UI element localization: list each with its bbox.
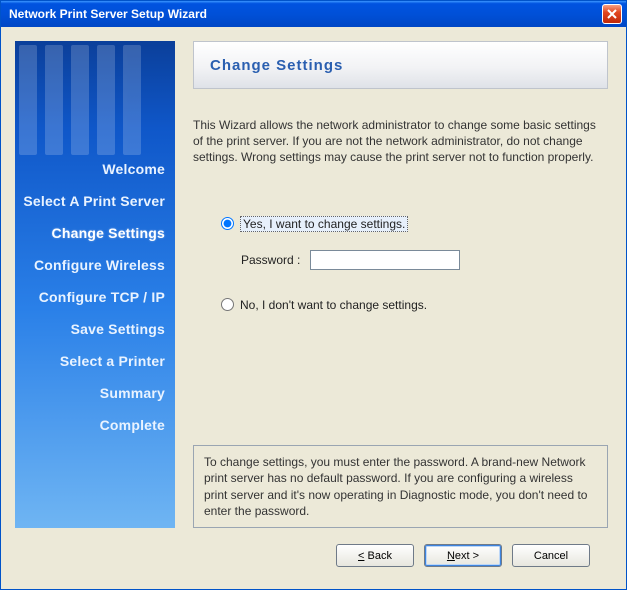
window-title: Network Print Server Setup Wizard [9,7,602,21]
close-icon [607,9,617,19]
page-title: Change Settings [210,57,343,74]
options-group: Yes, I want to change settings. Password… [193,216,608,330]
sidebar-item-summary[interactable]: Summary [15,385,165,401]
radio-yes[interactable] [221,217,234,230]
password-label: Password : [241,253,300,267]
back-button[interactable]: < Back [336,544,414,567]
sidebar-item-welcome[interactable]: Welcome [15,161,165,177]
sidebar-item-select-printer[interactable]: Select a Printer [15,353,165,369]
wizard-window: Network Print Server Setup Wizard Welcom… [0,0,627,590]
sidebar-item-select-print-server[interactable]: Select A Print Server [15,193,165,209]
sidebar-item-complete[interactable]: Complete [15,417,165,433]
heading-bar: Change Settings [193,41,608,89]
main-panel: Change Settings This Wizard allows the n… [193,41,612,528]
option-yes-row: Yes, I want to change settings. [221,216,608,232]
button-row: < Back Next > Cancel [15,528,612,575]
password-input[interactable] [310,250,460,270]
page-description: This Wizard allows the network administr… [193,117,608,166]
radio-no[interactable] [221,298,234,311]
radio-no-label[interactable]: No, I don't want to change settings. [240,298,427,312]
titlebar[interactable]: Network Print Server Setup Wizard [1,1,626,27]
sidebar-item-configure-tcpip[interactable]: Configure TCP / IP [15,289,165,305]
sidebar-item-save-settings[interactable]: Save Settings [15,321,165,337]
cancel-button[interactable]: Cancel [512,544,590,567]
client-area: Welcome Select A Print Server Change Set… [1,27,626,589]
radio-yes-label[interactable]: Yes, I want to change settings. [240,216,408,232]
sidebar-nav: Welcome Select A Print Server Change Set… [15,161,175,433]
sidebar: Welcome Select A Print Server Change Set… [15,41,175,528]
sidebar-decor [19,45,171,155]
option-no-row: No, I don't want to change settings. [221,298,608,312]
sidebar-item-configure-wireless[interactable]: Configure Wireless [15,257,165,273]
password-row: Password : [241,250,608,270]
content-row: Welcome Select A Print Server Change Set… [15,41,612,528]
note-box: To change settings, you must enter the p… [193,445,608,528]
next-button[interactable]: Next > [424,544,502,567]
sidebar-item-change-settings[interactable]: Change Settings [15,225,165,241]
close-button[interactable] [602,4,622,24]
